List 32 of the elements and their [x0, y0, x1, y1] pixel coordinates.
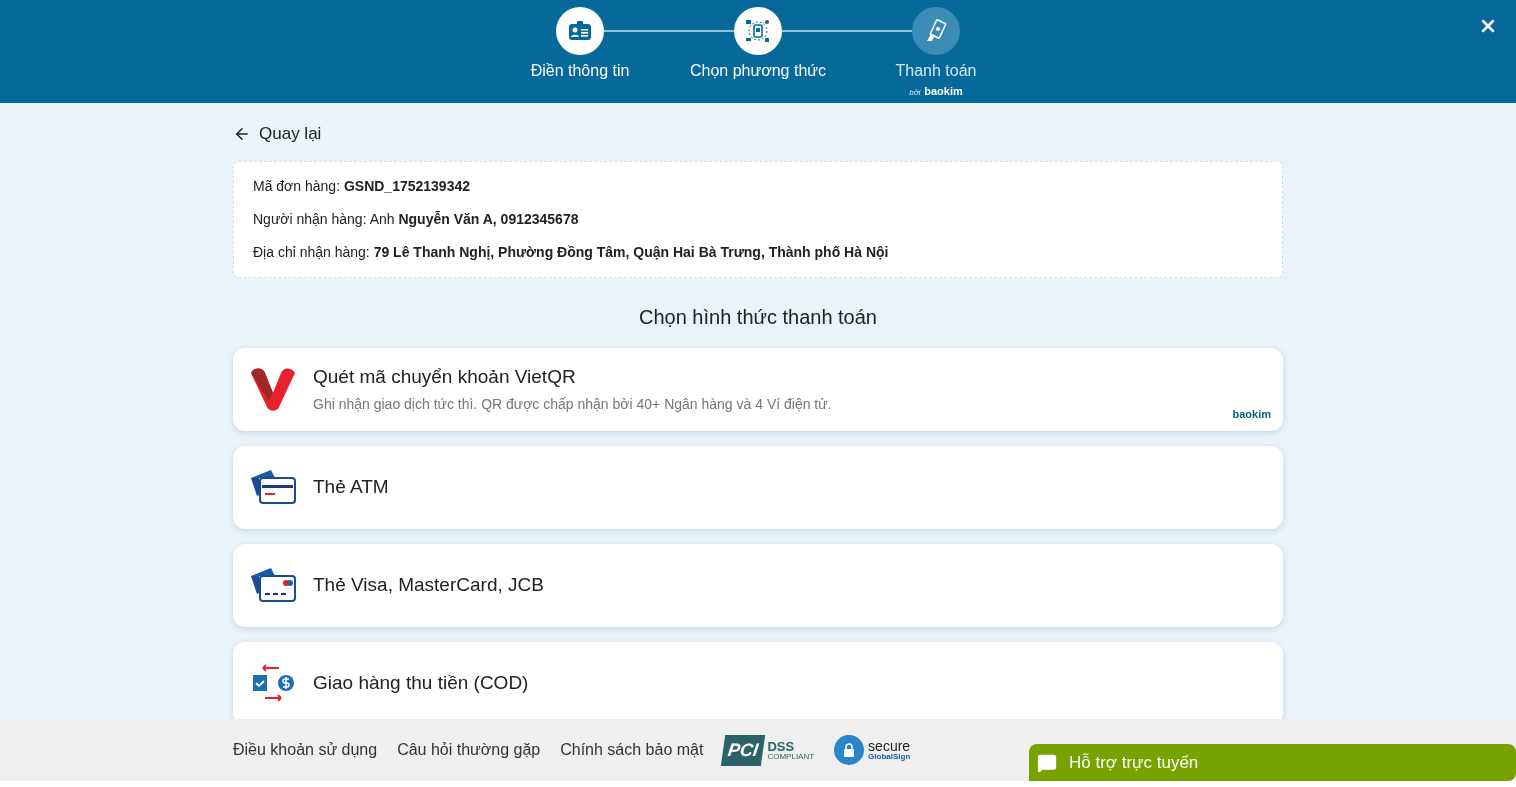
method-description: Ghi nhận giao dịch tức thì. QR được chấp nhận bởi 40+ Ngân hàng và 4 Ví điện tử.	[313, 395, 832, 415]
order-info-line: Người nhận hàng: Anh Nguyễn Văn A, 0912345678	[253, 209, 580, 229]
step-label: Điền thông tin	[530, 61, 630, 81]
payment-method-card[interactable]: Giao hàng thu tiền (COD)	[233, 641, 1283, 719]
credit-card-icon	[249, 566, 297, 604]
chat-icon	[1037, 752, 1057, 773]
order-info-line: Mã đơn hàng: GSND_1752139342	[253, 176, 471, 196]
step-label: Chọn phương thức	[690, 61, 826, 81]
back-link[interactable]: Quay lại	[233, 121, 322, 147]
method-title: Thẻ ATM	[313, 474, 389, 499]
by-label: bởi	[909, 87, 921, 99]
footer-link[interactable]: Điều khoản sử dụng	[233, 738, 378, 762]
id-card-icon	[568, 21, 592, 41]
method-title: Quét mã chuyển khoản VietQR	[313, 364, 577, 389]
method-title: Giao hàng thu tiền (COD)	[313, 670, 529, 695]
payment-method-card[interactable]: Thẻ Visa, MasterCard, JCB	[233, 543, 1283, 627]
payment-method-card[interactable]: Quét mã chuyển khoản VietQR Ghi nhận giao dịch tức thì. QR được chấp nhận bởi 40+ Ngân hàng và 4 Ví điện tử. baokim	[233, 347, 1283, 431]
hand-cash-icon	[924, 19, 948, 43]
brand-logo: baokim	[924, 84, 963, 99]
payment-method-card[interactable]: Thẻ ATM	[233, 445, 1283, 529]
padlock-icon	[843, 743, 856, 757]
method-title: Thẻ Visa, MasterCard, JCB	[313, 572, 544, 597]
phone-network-icon	[745, 18, 771, 44]
step-label: Thanh toán	[895, 61, 977, 81]
bank-card-icon	[249, 468, 297, 506]
globalsign-badge: secure GlobalSign	[834, 735, 911, 765]
order-info-line: Địa chỉ nhận hàng: 79 Lê Thanh Nghị, Phường Đồng Tâm, Quận Hai Bà Trưng, Thành phố Hà Nội	[253, 242, 890, 262]
provider-logo: baokim	[1232, 407, 1271, 422]
footer-link[interactable]: Câu hỏi thường gặp	[397, 738, 541, 762]
footer-link[interactable]: Chính sách bảo mật	[560, 738, 704, 762]
v-logo-icon	[249, 367, 297, 411]
section-title: Chọn hình thức thanh toán	[638, 304, 878, 330]
